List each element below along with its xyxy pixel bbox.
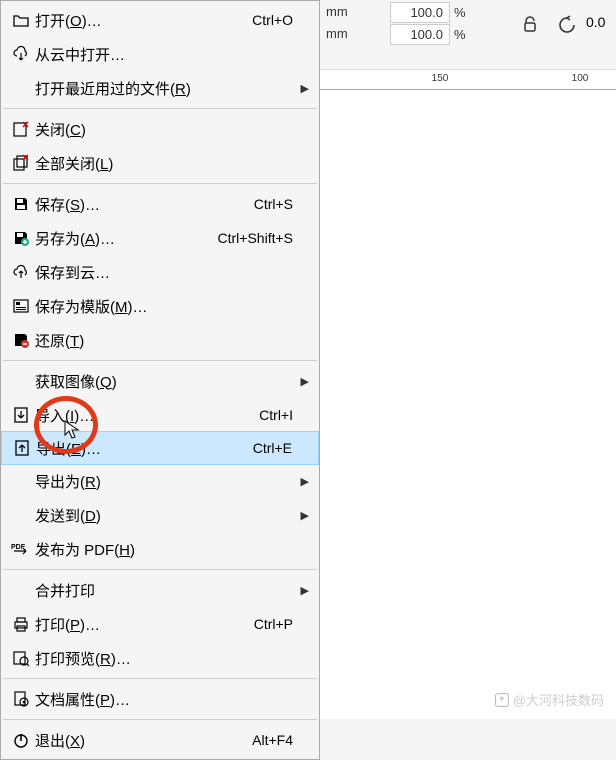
horizontal-ruler: 150 100	[320, 70, 616, 90]
menu-shortcut: Ctrl+E	[253, 440, 292, 456]
rotate-icon[interactable]	[556, 14, 578, 40]
menu-label: 文档属性(P)…	[35, 689, 130, 710]
percent-suffix-1: %	[454, 5, 466, 20]
menu-close[interactable]: 关闭(C)	[1, 112, 319, 146]
menu-import[interactable]: 导入(I)… Ctrl+I	[1, 398, 319, 432]
menu-label: 导出(E)…	[36, 438, 101, 459]
import-icon	[7, 406, 35, 424]
menu-label: 另存为(A)…	[35, 228, 115, 249]
menu-label: 打开(O)…	[35, 10, 102, 31]
submenu-arrow-icon: ▶	[297, 509, 309, 522]
percent-suffix-2: %	[454, 27, 466, 42]
menu-shortcut: Ctrl+S	[254, 196, 293, 212]
unit-label-1: mm	[326, 4, 356, 19]
menu-label: 打印预览(R)…	[35, 648, 131, 669]
ruler-tick: 100	[572, 73, 589, 84]
menu-label: 打开最近用过的文件(R)	[35, 78, 191, 99]
power-icon	[7, 731, 35, 749]
menu-separator	[3, 360, 317, 361]
menu-shortcut: Ctrl+P	[254, 616, 293, 632]
watermark-text: @大河科技数码	[513, 690, 604, 709]
menu-publish-pdf[interactable]: PDF 发布为 PDF(H)	[1, 532, 319, 566]
print-icon	[7, 615, 35, 633]
watermark-icon: ✦	[495, 693, 509, 707]
menu-shortcut: Alt+F4	[252, 732, 293, 748]
menu-shortcut: Ctrl+O	[252, 12, 293, 28]
menu-export[interactable]: 导出(E)… Ctrl+E	[1, 431, 319, 465]
menu-label: 导入(I)…	[35, 405, 94, 426]
menu-label: 导出为(R)	[35, 471, 101, 492]
menu-label: 全部关闭(L)	[35, 153, 113, 174]
menu-save-as-template[interactable]: 保存为模版(M)…	[1, 289, 319, 323]
menu-acquire-image[interactable]: 获取图像(Q) ▶	[1, 364, 319, 398]
menu-print[interactable]: 打印(P)… Ctrl+P	[1, 607, 319, 641]
menu-label: 从云中打开…	[35, 44, 125, 65]
print-preview-icon	[7, 649, 35, 667]
save-icon	[7, 195, 35, 213]
menu-print-preview[interactable]: 打印预览(R)…	[1, 641, 319, 675]
menu-save[interactable]: 保存(S)… Ctrl+S	[1, 187, 319, 221]
menu-merge-print[interactable]: 合并打印 ▶	[1, 573, 319, 607]
submenu-arrow-icon: ▶	[297, 475, 309, 488]
template-icon	[7, 297, 35, 315]
menu-send-to[interactable]: 发送到(D) ▶	[1, 498, 319, 532]
export-icon	[8, 439, 36, 457]
revert-icon	[7, 331, 35, 349]
menu-open-recent[interactable]: 打开最近用过的文件(R) ▶	[1, 71, 319, 105]
menu-label: 还原(T)	[35, 330, 84, 351]
folder-open-icon	[7, 11, 35, 29]
cloud-download-icon	[7, 45, 35, 63]
svg-text:PDF: PDF	[11, 544, 26, 551]
cloud-upload-icon	[7, 263, 35, 281]
top-toolbar: mm mm 100.0 % 100.0 % 0.0	[320, 0, 616, 70]
menu-shortcut: Ctrl+Shift+S	[218, 230, 293, 246]
menu-label: 保存为模版(M)…	[35, 296, 148, 317]
submenu-arrow-icon: ▶	[297, 584, 309, 597]
menu-label: 合并打印	[35, 580, 95, 601]
file-menu: 打开(O)… Ctrl+O 从云中打开… 打开最近用过的文件(R) ▶ 关闭(C…	[0, 0, 320, 760]
save-as-icon	[7, 229, 35, 247]
menu-save-as[interactable]: 另存为(A)… Ctrl+Shift+S	[1, 221, 319, 255]
menu-separator	[3, 183, 317, 184]
menu-document-properties[interactable]: 文档属性(P)…	[1, 682, 319, 716]
menu-open-from-cloud[interactable]: 从云中打开…	[1, 37, 319, 71]
menu-close-all[interactable]: 全部关闭(L)	[1, 146, 319, 180]
submenu-arrow-icon: ▶	[297, 375, 309, 388]
menu-revert[interactable]: 还原(T)	[1, 323, 319, 357]
menu-separator	[3, 678, 317, 679]
menu-label: 保存到云…	[35, 262, 110, 283]
menu-exit[interactable]: 退出(X) Alt+F4	[1, 723, 319, 757]
menu-label: 发送到(D)	[35, 505, 101, 526]
lock-aspect-icon[interactable]	[520, 14, 540, 38]
menu-export-as[interactable]: 导出为(R) ▶	[1, 464, 319, 498]
pdf-icon: PDF	[7, 541, 35, 557]
menu-separator	[3, 108, 317, 109]
menu-open[interactable]: 打开(O)… Ctrl+O	[1, 3, 319, 37]
watermark: ✦ @大河科技数码	[495, 690, 604, 709]
document-properties-icon	[7, 690, 35, 708]
close-all-icon	[7, 154, 35, 172]
scale-x-input[interactable]: 100.0	[390, 2, 450, 23]
menu-label: 获取图像(Q)	[35, 371, 117, 392]
menu-label: 退出(X)	[35, 730, 85, 751]
close-file-icon	[7, 120, 35, 138]
menu-separator	[3, 569, 317, 570]
ruler-tick: 150	[432, 73, 449, 84]
menu-label: 打印(P)…	[35, 614, 100, 635]
submenu-arrow-icon: ▶	[297, 82, 309, 95]
menu-separator	[3, 719, 317, 720]
menu-label: 关闭(C)	[35, 119, 86, 140]
scale-y-input[interactable]: 100.0	[390, 24, 450, 45]
unit-label-2: mm	[326, 26, 356, 41]
menu-label: 保存(S)…	[35, 194, 100, 215]
menu-label: 发布为 PDF(H)	[35, 539, 135, 560]
menu-shortcut: Ctrl+I	[259, 407, 293, 423]
menu-save-to-cloud[interactable]: 保存到云…	[1, 255, 319, 289]
rotate-value-input[interactable]: 0.0	[586, 14, 605, 30]
